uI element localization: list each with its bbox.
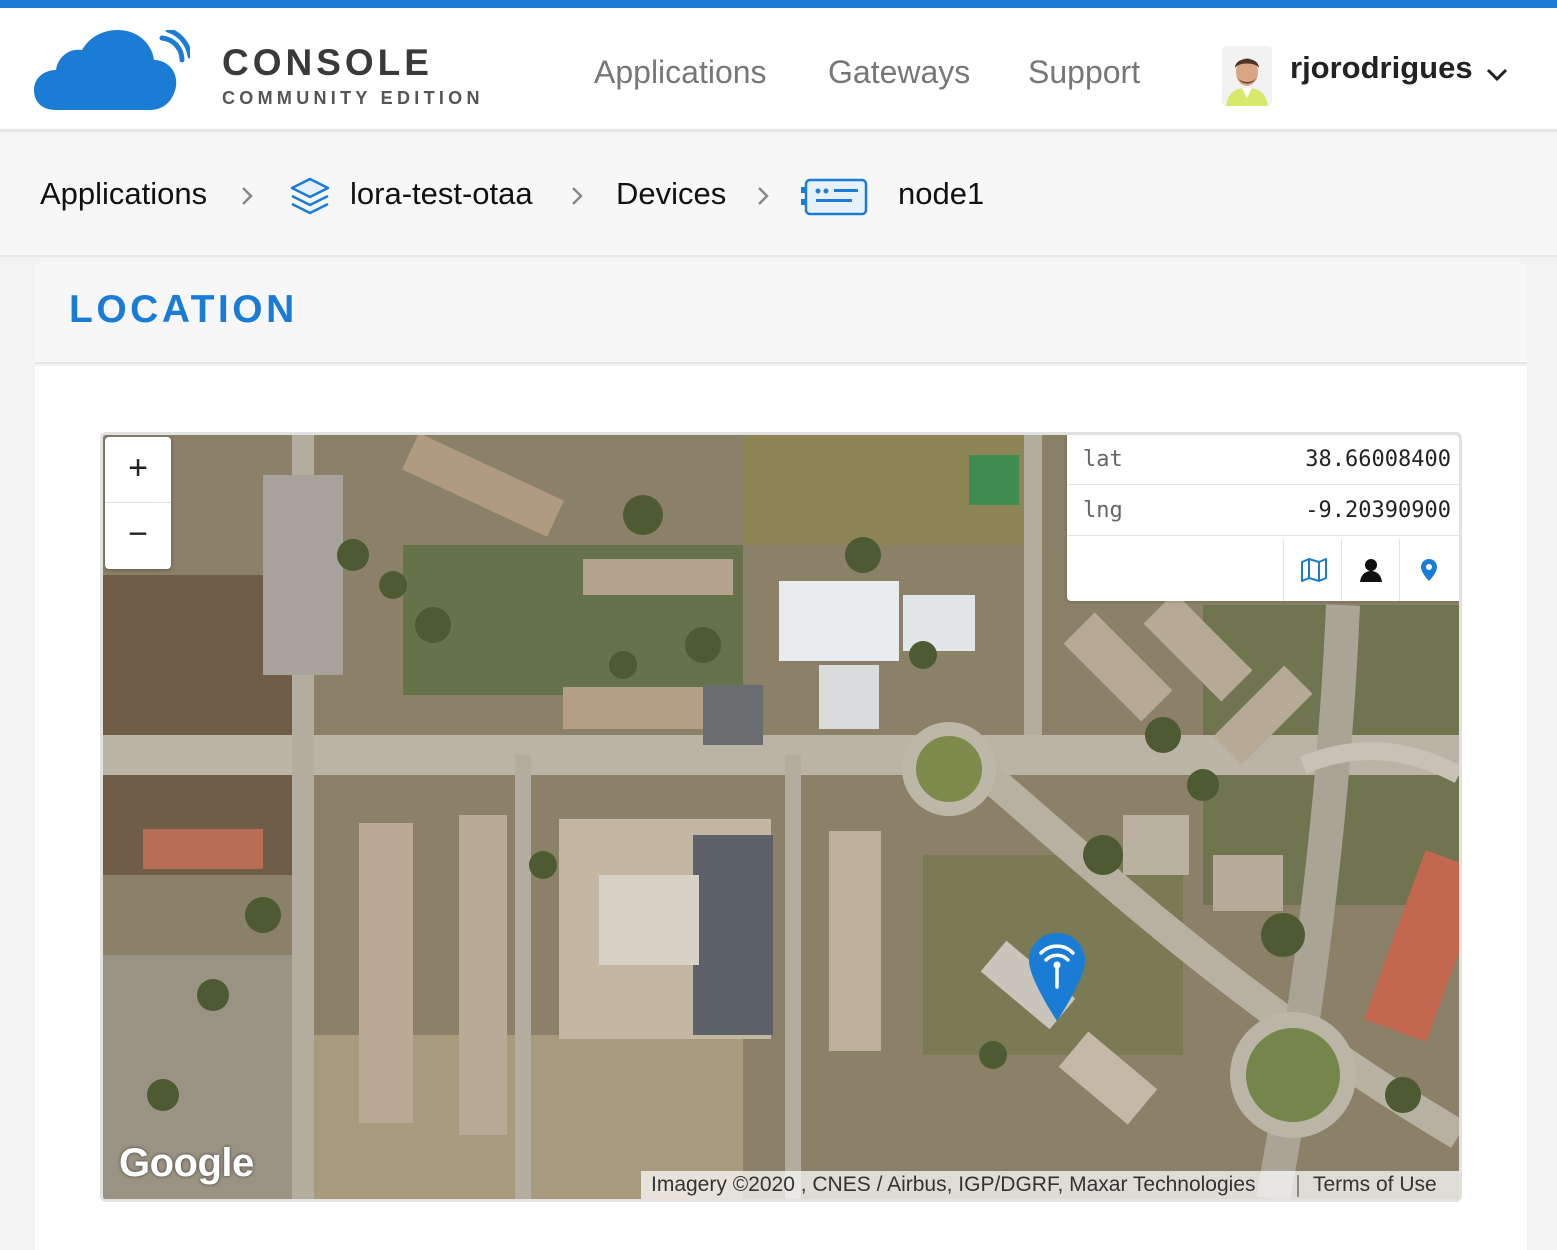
zoom-control: + − bbox=[105, 437, 171, 569]
chevron-right-icon bbox=[242, 187, 253, 205]
pin-location-button[interactable] bbox=[1399, 539, 1457, 601]
nav-applications[interactable]: Applications bbox=[594, 54, 767, 91]
lng-value: -9.20390900 bbox=[1305, 498, 1451, 523]
lat-label: lat bbox=[1083, 447, 1123, 472]
header: CONSOLE COMMUNITY EDITION Applications G… bbox=[0, 8, 1557, 132]
google-logo: Google bbox=[119, 1141, 254, 1185]
brand-subtitle: COMMUNITY EDITION bbox=[222, 88, 484, 108]
location-map[interactable]: + − lat 38.66008400 lng -9.20390900 Goog… bbox=[100, 432, 1462, 1202]
map-mode-button[interactable] bbox=[1283, 539, 1341, 601]
lng-label: lng bbox=[1083, 498, 1123, 523]
chevron-right-icon bbox=[758, 187, 769, 205]
avatar[interactable] bbox=[1222, 46, 1272, 106]
location-card-header: LOCATION bbox=[35, 262, 1527, 364]
username[interactable]: rjorodrigues bbox=[1290, 50, 1473, 86]
terms-of-use-link[interactable]: Terms of Use bbox=[1313, 1173, 1437, 1197]
chevron-right-icon bbox=[572, 187, 583, 205]
attribution-divider bbox=[1297, 1175, 1299, 1197]
breadcrumb-device[interactable]: node1 bbox=[898, 176, 984, 212]
lat-row: lat 38.66008400 bbox=[1067, 435, 1459, 485]
brand-title: CONSOLE bbox=[222, 42, 433, 83]
breadcrumb-devices[interactable]: Devices bbox=[616, 176, 726, 212]
lng-row: lng -9.20390900 bbox=[1067, 486, 1459, 536]
pin-icon bbox=[1421, 559, 1437, 581]
top-accent-bar bbox=[0, 0, 1557, 8]
person-icon bbox=[1360, 559, 1382, 582]
cloud-logo-icon[interactable] bbox=[34, 30, 190, 112]
section-title: LOCATION bbox=[69, 288, 298, 331]
zoom-in-button[interactable]: + bbox=[105, 437, 171, 503]
chevron-down-icon[interactable] bbox=[1484, 64, 1510, 84]
lat-value: 38.66008400 bbox=[1305, 447, 1451, 472]
map-attribution: Imagery ©2020 , CNES / Airbus, IGP/DGRF,… bbox=[641, 1171, 1459, 1199]
gateway-marker-icon[interactable] bbox=[1027, 931, 1087, 1023]
breadcrumb: Applications lora-test-otaa Devices node… bbox=[0, 135, 1557, 257]
nav-gateways[interactable]: Gateways bbox=[828, 54, 970, 91]
breadcrumb-application[interactable]: lora-test-otaa bbox=[350, 176, 533, 212]
zoom-out-button[interactable]: − bbox=[105, 503, 171, 569]
coordinates-panel: lat 38.66008400 lng -9.20390900 bbox=[1067, 435, 1459, 601]
attribution-text: Imagery ©2020 , CNES / Airbus, IGP/DGRF,… bbox=[651, 1173, 1256, 1196]
map-icon bbox=[1301, 558, 1327, 582]
nav-support[interactable]: Support bbox=[1028, 54, 1140, 91]
layers-icon bbox=[290, 177, 330, 215]
device-icon bbox=[801, 178, 868, 216]
breadcrumb-applications[interactable]: Applications bbox=[40, 176, 207, 212]
user-location-button[interactable] bbox=[1341, 539, 1399, 601]
